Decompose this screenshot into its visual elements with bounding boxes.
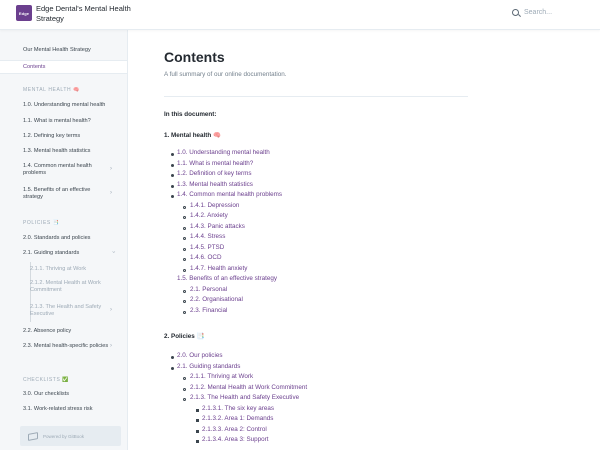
divider — [164, 96, 468, 97]
toc-link[interactable]: 1.4.5. PTSD — [190, 244, 224, 252]
toc-link[interactable]: 2.1.3. The Health and Safety Executive — [190, 394, 299, 402]
sidebar-item-2-3[interactable]: 2.3. Mental health-specific policies › — [0, 343, 127, 350]
sidebar-item-1-5[interactable]: 1.5. Benefits of an effective strategy › — [0, 187, 127, 201]
sidebar-item-3-1[interactable]: 3.1. Work-related stress risk — [0, 406, 127, 413]
sidebar-item-3-0[interactable]: 3.0. Our checklists — [0, 391, 127, 398]
toc-link[interactable]: 2.1.3.4. Area 3: Support — [202, 436, 269, 444]
toc-link[interactable]: 2.1.3.3. Area 2: Control — [202, 426, 267, 434]
bullet — [183, 269, 186, 272]
search-input[interactable]: Search... — [524, 9, 552, 16]
toc-link[interactable]: 2.1. Guiding standards — [177, 363, 240, 371]
toc-link[interactable]: 1.5. Benefits of an effective strategy — [177, 275, 277, 283]
bullet — [183, 237, 186, 240]
logo[interactable]: Edge — [16, 5, 32, 21]
bullet — [183, 290, 186, 293]
bullet — [171, 367, 174, 370]
sidebar-item-label: 2.1.3. The Health and Safety Executive — [30, 304, 102, 317]
toc-link[interactable]: 2.0. Our policies — [177, 352, 223, 360]
page-title: Contents — [164, 49, 225, 65]
bullet — [196, 440, 199, 443]
sidebar-item-label: 2.3. Mental health-specific policies — [23, 343, 109, 349]
sidebar-section-policies: POLICIES 📑 — [23, 220, 60, 226]
toc-link[interactable]: 1.4.3. Panic attacks — [190, 223, 245, 231]
sidebar-item-1-1[interactable]: 1.1. What is mental health? — [0, 118, 127, 125]
toc-link[interactable]: 2.1. Personal — [190, 286, 227, 294]
toc-link[interactable]: 1.0. Understanding mental health — [177, 149, 270, 157]
bullet — [171, 195, 174, 198]
sidebar-item-strategy[interactable]: Our Mental Health Strategy — [0, 47, 127, 54]
top-header: Edge Edge Dental's Mental Health Strateg… — [0, 0, 600, 30]
toc-link[interactable]: 2.1.1. Thriving at Work — [190, 373, 253, 381]
sidebar-item-2-1-1[interactable]: 2.1.1. Thriving at Work — [0, 266, 127, 273]
bullet — [196, 430, 199, 433]
sidebar-item-label: 1.5. Benefits of an effective strategy — [23, 187, 91, 200]
app-title[interactable]: Edge Dental's Mental Health Strategy — [36, 4, 146, 23]
bullet — [183, 216, 186, 219]
sidebar-item-2-2[interactable]: 2.2. Absence policy — [0, 328, 127, 335]
bullet — [183, 377, 186, 380]
powered-by-gitbook[interactable]: Powered by GitBook — [20, 426, 121, 446]
bullet — [171, 185, 174, 188]
toc-link[interactable]: 1.3. Mental health statistics — [177, 181, 253, 189]
in-this-document-label: In this document: — [164, 111, 217, 118]
sidebar-item-1-3[interactable]: 1.3. Mental health statistics — [0, 148, 127, 155]
sidebar-item-2-0[interactable]: 2.0. Standards and policies — [0, 235, 127, 242]
toc-link[interactable]: 2.3. Financial — [190, 307, 227, 315]
toc-link[interactable]: 2.1.3.2. Area 1: Demands — [202, 415, 273, 423]
sidebar-item-2-1[interactable]: 2.1. Guiding standards › — [0, 250, 127, 257]
sidebar: Our Mental Health Strategy Contents MENT… — [0, 30, 128, 450]
bullet — [183, 206, 186, 209]
bullet — [183, 248, 186, 251]
bullet — [183, 398, 186, 401]
gitbook-icon — [28, 431, 38, 441]
powered-by-label: Powered by GitBook — [43, 433, 85, 439]
section-heading-policies: 2. Policies 📑 — [164, 333, 205, 340]
bullet — [183, 227, 186, 230]
bullet — [171, 174, 174, 177]
toc-link[interactable]: 1.4.6. OCD — [190, 254, 222, 262]
toc-link[interactable]: 1.4.7. Health anxiety — [190, 265, 247, 273]
chevron-down-icon[interactable]: › — [110, 251, 116, 256]
sidebar-item-label: 2.1. Guiding standards — [23, 250, 80, 256]
toc-link[interactable]: 2.1.2. Mental Health at Work Commitment — [190, 384, 307, 392]
chevron-right-icon[interactable]: › — [110, 343, 115, 349]
toc-link[interactable]: 1.4.2. Anxiety — [190, 212, 228, 220]
toc-link[interactable]: 1.4.4. Stress — [190, 233, 225, 241]
sidebar-section-checklists: CHECKLISTS ✅ — [23, 377, 70, 383]
sidebar-item-label: 1.4. Common mental health problems — [23, 163, 92, 176]
bullet — [183, 300, 186, 303]
sidebar-item-1-0[interactable]: 1.0. Understanding mental health — [0, 102, 127, 109]
section-heading-mental-health: 1. Mental health 🧠 — [164, 132, 221, 139]
search-bar[interactable]: Search... — [512, 9, 552, 16]
bullet — [196, 419, 199, 422]
bullet — [183, 258, 186, 261]
toc-link[interactable]: 1.4. Common mental health problems — [177, 191, 282, 199]
chevron-right-icon[interactable]: › — [110, 307, 115, 313]
sidebar-item-1-4[interactable]: 1.4. Common mental health problems › — [0, 163, 127, 177]
toc-link[interactable]: 1.2. Definition of key terms — [177, 170, 252, 178]
bullet — [196, 409, 199, 412]
toc-link[interactable]: 2.2. Organisational — [190, 296, 243, 304]
sidebar-item-2-1-3[interactable]: 2.1.3. The Health and Safety Executive › — [0, 304, 127, 318]
search-icon — [512, 9, 519, 16]
chevron-right-icon[interactable]: › — [110, 166, 115, 172]
toc-link[interactable]: 2.1.3.1. The six key areas — [202, 405, 274, 413]
bullet — [183, 311, 186, 314]
toc-link[interactable]: 1.4.1. Depression — [190, 202, 239, 210]
toc-link[interactable]: 1.1. What is mental health? — [177, 160, 253, 168]
bullet — [171, 153, 174, 156]
sidebar-item-2-1-2[interactable]: 2.1.2. Mental Health at Work Commitment — [0, 280, 127, 294]
chevron-right-icon[interactable]: › — [110, 190, 115, 196]
bullet — [183, 388, 186, 391]
sidebar-item-1-2[interactable]: 1.2. Defining key terms — [0, 133, 127, 140]
sidebar-section-mental-health: MENTAL HEALTH 🧠 — [23, 87, 81, 93]
bullet — [171, 164, 174, 167]
sidebar-item-contents[interactable]: Contents — [0, 60, 127, 74]
page-description: A full summary of our online documentati… — [164, 71, 287, 78]
bullet — [171, 356, 174, 359]
